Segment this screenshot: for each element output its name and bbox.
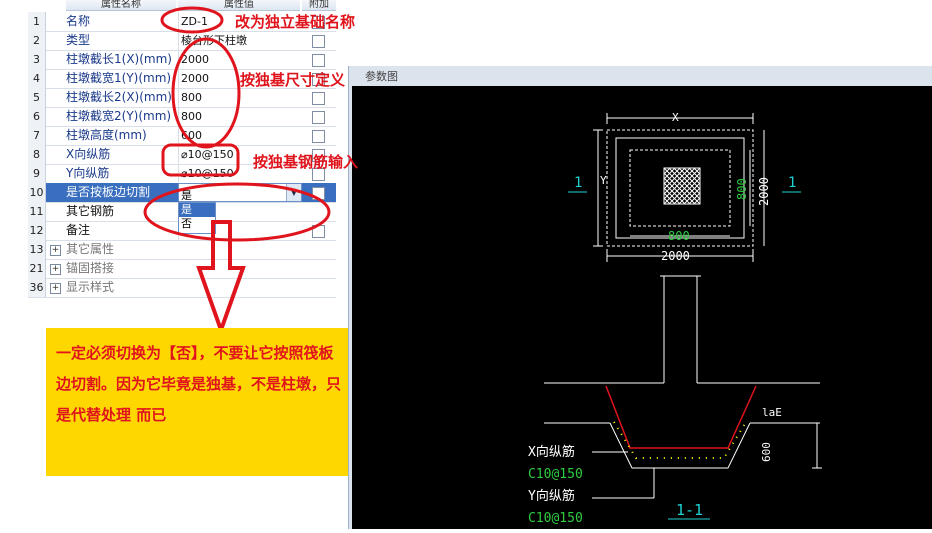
annotation-box-rebar bbox=[161, 143, 240, 177]
annotation-circle-name bbox=[160, 6, 224, 34]
annotation-size: 按独基尺寸定义 bbox=[240, 71, 346, 89]
annotation-circle-size bbox=[171, 37, 241, 149]
annotation-rename: 改为独立基础名称 bbox=[235, 13, 356, 31]
annotation-rebar: 按独基钢筋输入 bbox=[253, 153, 359, 171]
warning-note: 一定必须切换为【否】，不要让它按照筏板边切割。因为它毕竟是独基，不是柱墩，只是代… bbox=[46, 328, 348, 476]
warning-note-text: 一定必须切换为【否】，不要让它按照筏板边切割。因为它毕竟是独基，不是柱墩，只是代… bbox=[56, 344, 342, 424]
annotation-circle-cut bbox=[143, 182, 331, 242]
